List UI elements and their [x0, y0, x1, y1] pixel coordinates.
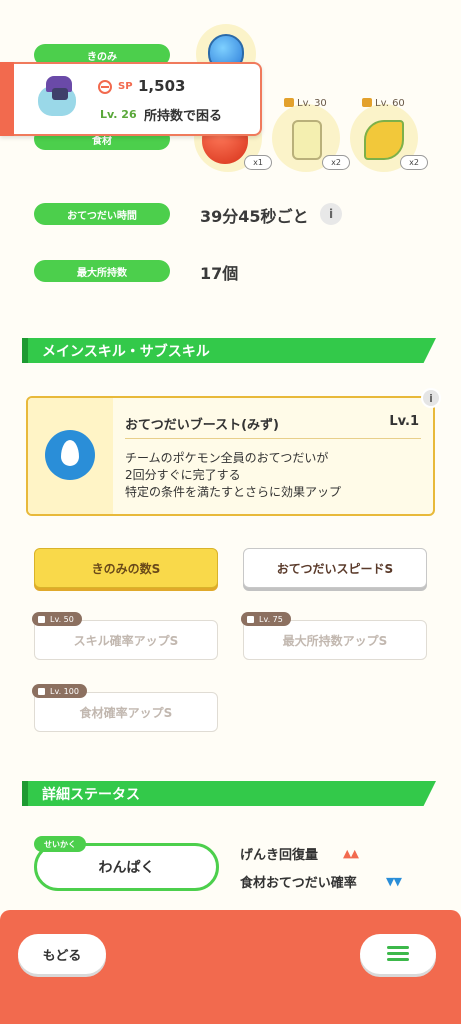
- sp-value: 1,503: [138, 77, 186, 95]
- sub-skill-2[interactable]: おてつだいスピードS: [243, 548, 427, 588]
- main-skill-name: おてつだいブースト(みず): [125, 418, 279, 433]
- sub-skill-lock-2: Lv. 75: [241, 612, 291, 626]
- up-arrows-icon: ▲▲: [343, 847, 359, 860]
- ingredient-lock-label: Lv. 60: [362, 98, 405, 109]
- sub-skill-3[interactable]: スキル確率アップS: [34, 620, 218, 660]
- main-skill-card[interactable]: おてつだいブースト(みず) Lv.1 チームのポケモン全員のおてつだいが 2回分…: [26, 396, 435, 516]
- nature-down-label: 食材おてつだい確率: [240, 876, 357, 891]
- ingredient-lock-label: Lv. 30: [284, 98, 327, 109]
- max-carry-value: 17個: [200, 264, 239, 283]
- nature-tag: せいかく: [34, 836, 86, 852]
- sp-label: SP: [118, 81, 133, 92]
- menu-button[interactable]: [360, 934, 436, 974]
- main-skill-level: Lv.1: [389, 414, 419, 429]
- main-skill-desc-1: チームのポケモン全員のおてつだいが: [125, 451, 329, 465]
- divider: [125, 438, 421, 439]
- pokemon-level: Lv. 26: [100, 108, 137, 121]
- corn-icon: [364, 120, 404, 160]
- lock-icon: [38, 615, 45, 623]
- pokemon-icon: [30, 72, 84, 126]
- help-time-value: 39分45秒ごと: [200, 207, 309, 226]
- nature-value: わんぱく: [98, 860, 155, 876]
- skills-section-header: メインスキル・サブスキル: [22, 338, 436, 363]
- main-skill-desc-2: 2回分すぐに完了する: [125, 468, 241, 482]
- max-carry-pill: 最大所持数: [34, 260, 170, 282]
- lock-icon: [247, 615, 254, 623]
- skill-info-icon[interactable]: i: [421, 388, 441, 408]
- water-drop-icon: [45, 430, 95, 480]
- sub-skill-lock-3: Lv. 100: [32, 684, 87, 698]
- help-time-pill: おてつだい時間: [34, 203, 170, 225]
- pokemon-status: 所持数で困る: [144, 109, 223, 124]
- down-arrows-icon: ▼▼: [386, 875, 402, 888]
- sub-skill-5[interactable]: 食材確率アップS: [34, 692, 218, 732]
- ingredient-item-3[interactable]: Lv. 60 x2: [350, 98, 428, 172]
- ingredient-count: x1: [244, 155, 272, 170]
- info-icon[interactable]: i: [320, 203, 342, 225]
- sp-icon: [98, 80, 112, 94]
- popup-accent: [0, 62, 14, 136]
- detail-section-header: 詳細ステータス: [22, 781, 436, 806]
- oil-bottle-icon: [292, 120, 322, 160]
- pokemon-popup[interactable]: SP 1,503 Lv. 26 所持数で困る: [0, 62, 262, 136]
- sub-skill-lock-1: Lv. 50: [32, 612, 82, 626]
- menu-icon: [387, 946, 409, 962]
- sub-skill-4[interactable]: 最大所持数アップS: [243, 620, 427, 660]
- lock-icon: [284, 98, 294, 107]
- lock-icon: [362, 98, 372, 107]
- ingredient-item-2[interactable]: Lv. 30 x2: [272, 98, 350, 172]
- lock-icon: [38, 687, 45, 695]
- back-button[interactable]: もどる: [18, 934, 106, 974]
- nature-up-label: げんき回復量: [240, 848, 319, 863]
- ingredient-count: x2: [400, 155, 428, 170]
- sub-skill-1[interactable]: きのみの数S: [34, 548, 218, 588]
- main-skill-desc-3: 特定の条件を満たすとさらに効果アップ: [125, 485, 342, 499]
- ingredient-count: x2: [322, 155, 350, 170]
- back-button-label: もどる: [42, 948, 82, 964]
